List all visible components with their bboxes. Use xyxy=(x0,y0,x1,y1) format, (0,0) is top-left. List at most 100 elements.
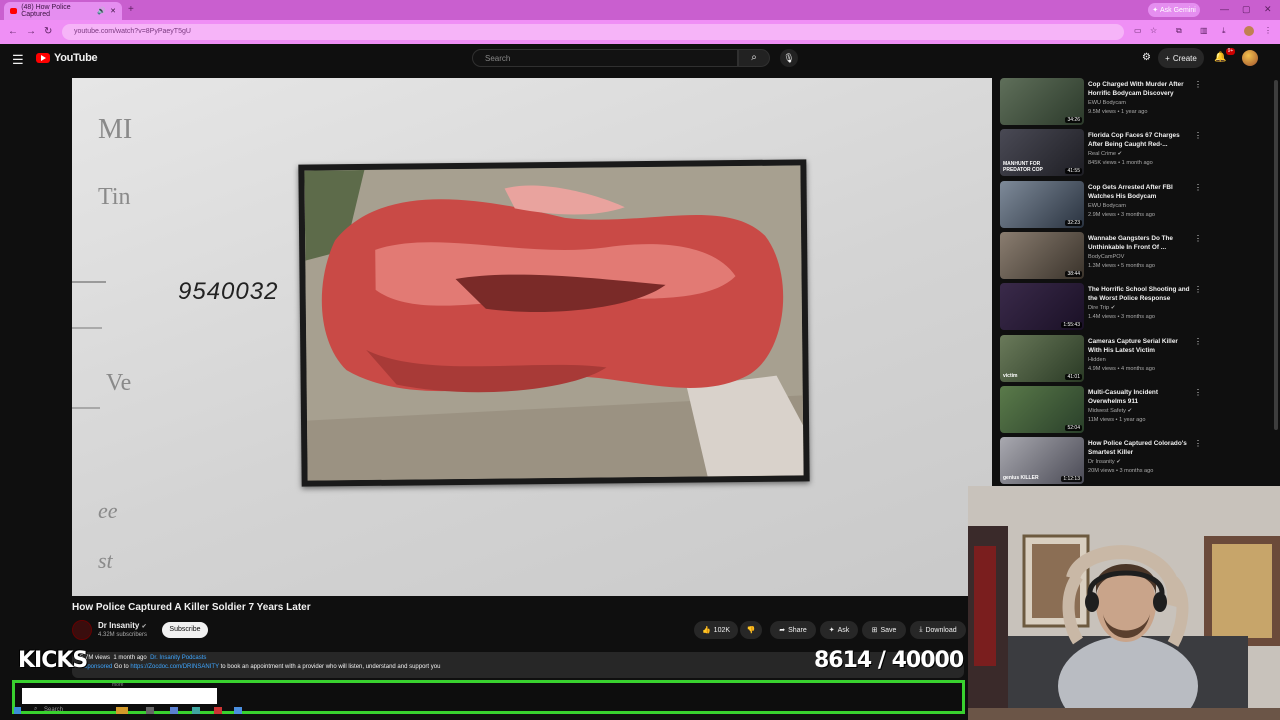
subscribe-button[interactable]: Subscribe xyxy=(162,622,208,638)
back-icon[interactable]: ← xyxy=(8,26,18,37)
download-button[interactable]: ⤓ Download xyxy=(910,621,966,639)
more-options-icon[interactable]: ⋮ xyxy=(1194,131,1202,140)
channel-avatar[interactable] xyxy=(72,620,92,640)
new-tab-button[interactable]: + xyxy=(128,4,134,15)
taskbar-app-icon[interactable] xyxy=(192,707,200,714)
recommendation-channel[interactable]: Dr Insanity ✔ xyxy=(1088,459,1121,465)
recommendation-thumbnail[interactable]: 1:55:43 xyxy=(1000,283,1084,331)
more-options-icon[interactable]: ⋮ xyxy=(1194,234,1202,243)
forward-icon[interactable]: → xyxy=(26,26,36,37)
recommendation-meta: 4.9M views • 4 months ago xyxy=(1088,365,1155,372)
search-button[interactable]: ⌕ xyxy=(738,49,770,67)
extensions-icon[interactable]: ⧉ xyxy=(1176,26,1182,36)
like-count: 102K xyxy=(713,626,731,634)
faded-letters: st xyxy=(98,548,113,573)
taskbar-search-label[interactable]: Search xyxy=(44,707,63,713)
recommendation-item[interactable]: MANHUNT FOR PREDATOR COP 41:55 Florida Cop… xyxy=(1000,129,1210,177)
recommendation-channel[interactable]: EWU Bodycam xyxy=(1088,100,1126,106)
more-options-icon[interactable]: ⋮ xyxy=(1194,388,1202,397)
notification-badge: 9+ xyxy=(1226,48,1235,55)
recommendation-title[interactable]: Multi-Casualty Incident Overwhelms 911 xyxy=(1088,388,1192,406)
notifications-bell-icon[interactable]: 🔔 xyxy=(1214,52,1226,63)
recommendation-thumbnail[interactable]: MANHUNT FOR PREDATOR COP 41:55 xyxy=(1000,129,1084,177)
more-options-icon[interactable]: ⋮ xyxy=(1194,285,1202,294)
recommendation-item[interactable]: 34:26 Cop Charged With Murder After Horri… xyxy=(1000,78,1210,126)
recommendation-title[interactable]: Cameras Capture Serial Killer With His L… xyxy=(1088,337,1192,355)
recommendation-channel[interactable]: Dire Trip ✔ xyxy=(1088,305,1115,311)
recommendation-title[interactable]: Cop Gets Arrested After FBI Watches His … xyxy=(1088,183,1192,201)
youtube-logo[interactable]: YouTube xyxy=(36,52,98,64)
description-text-before: Go to xyxy=(112,664,131,670)
recommendation-title[interactable]: The Horrific School Shooting and the Wor… xyxy=(1088,285,1192,303)
recommendation-item[interactable]: 52:04 Multi-Casualty Incident Overwhelms … xyxy=(1000,385,1210,434)
recommendation-item[interactable]: 1:55:43 The Horrific School Shooting and … xyxy=(1000,283,1210,331)
share-button[interactable]: ➦ Share xyxy=(770,621,816,639)
video-title: How Police Captured A Killer Soldier 7 Y… xyxy=(72,602,311,613)
browser-menu-icon[interactable]: ⋮ xyxy=(1264,26,1272,35)
close-tab-icon[interactable]: ✕ xyxy=(110,7,116,15)
url-input[interactable]: youtube.com/watch?v=8PyPaeyT5gU xyxy=(62,24,1124,40)
page-scrollbar[interactable] xyxy=(1274,80,1278,430)
close-window-icon[interactable]: ✕ xyxy=(1264,4,1272,15)
audio-icon[interactable]: 🔊 xyxy=(97,7,106,15)
account-avatar[interactable] xyxy=(1242,50,1258,66)
video-player[interactable]: MI Tin Ve ee st 9540032 xyxy=(72,78,992,596)
recommendation-channel[interactable]: EWU Bodycam xyxy=(1088,203,1126,209)
video-duration: 38:44 xyxy=(1065,270,1082,277)
recommendation-item[interactable]: victim 41:01 Cameras Capture Serial Killer… xyxy=(1000,334,1210,383)
taskbar-app-icon[interactable] xyxy=(214,707,222,714)
bookmark-star-icon[interactable]: ☆ xyxy=(1150,26,1157,35)
profile-avatar[interactable] xyxy=(1244,26,1254,36)
recommendation-channel[interactable]: Hidden xyxy=(1088,357,1106,363)
hamburger-menu-icon[interactable]: ☰ xyxy=(12,52,24,68)
recommendation-title[interactable]: Wannabe Gangsters Do The Unthinkable In … xyxy=(1088,234,1192,252)
recommendation-channel[interactable]: Midwest Safety ✔ xyxy=(1088,408,1132,414)
description-tag[interactable]: Dr. Insanity Podcasts xyxy=(150,655,206,661)
recommendation-channel[interactable]: BodyCamPOV xyxy=(1088,254,1124,260)
settings-gear-icon[interactable]: ⚙ xyxy=(1142,52,1151,63)
ask-gemini-button[interactable]: ✦ Ask Gemini xyxy=(1148,3,1200,17)
recommendation-thumbnail[interactable]: victim 41:01 xyxy=(1000,334,1084,382)
more-options-icon[interactable]: ⋮ xyxy=(1194,439,1202,448)
webcam-overlay xyxy=(968,486,1280,720)
recommendation-thumbnail[interactable]: 34:26 xyxy=(1000,78,1084,125)
search-input[interactable]: Search xyxy=(472,49,738,67)
recommendation-channel[interactable]: Real Crime ✔ xyxy=(1088,151,1122,157)
channel-name[interactable]: Dr Insanity ✔ xyxy=(98,621,147,630)
youtube-favicon-icon xyxy=(10,8,18,14)
ask-button[interactable]: ✦ Ask xyxy=(820,621,858,639)
recommendation-thumbnail[interactable]: 52:04 xyxy=(1000,385,1084,433)
more-options-icon[interactable]: ⋮ xyxy=(1194,80,1202,89)
recommendation-thumbnail[interactable]: 38:44 xyxy=(1000,231,1084,279)
recommendation-thumbnail[interactable]: 32:23 xyxy=(1000,180,1084,228)
more-options-icon[interactable]: ⋮ xyxy=(1194,337,1202,346)
recommendation-thumbnail[interactable]: genius KILLER 1:12:13 xyxy=(1000,437,1084,485)
save-button[interactable]: ⊞ Save xyxy=(862,621,906,639)
recommendation-title[interactable]: How Police Captured Colorado's Smartest … xyxy=(1088,439,1192,457)
windows-start-icon[interactable] xyxy=(14,707,21,714)
recommendation-item[interactable]: genius KILLER 1:12:13 How Police Captured … xyxy=(1000,437,1210,485)
taskbar-app-icon[interactable] xyxy=(146,707,154,714)
taskbar-app-icon[interactable] xyxy=(116,707,128,714)
sidepanel-icon[interactable]: ▥ xyxy=(1200,26,1208,35)
recommendation-title[interactable]: Florida Cop Faces 67 Charges After Being… xyxy=(1088,131,1192,149)
taskbar-app-icon[interactable] xyxy=(234,707,242,714)
more-options-icon[interactable]: ⋮ xyxy=(1194,183,1202,192)
recommendation-meta: 1.4M views • 3 months ago xyxy=(1088,314,1155,321)
recommendation-title[interactable]: Cop Charged With Murder After Horrific B… xyxy=(1088,80,1192,98)
recommendation-item[interactable]: 32:23 Cop Gets Arrested After FBI Watches… xyxy=(1000,180,1210,229)
recommendation-item[interactable]: 38:44 Wannabe Gangsters Do The Unthinkabl… xyxy=(1000,231,1210,280)
taskbar-app-icon[interactable] xyxy=(170,707,178,714)
maximize-icon[interactable]: ▢ xyxy=(1242,4,1251,15)
minimize-icon[interactable]: — xyxy=(1220,4,1229,14)
reload-icon[interactable]: ↻ xyxy=(44,26,52,37)
download-icon[interactable]: ⤓ xyxy=(1222,26,1226,36)
taskbar-search-icon[interactable]: ⌕ xyxy=(34,706,37,713)
dislike-button[interactable]: 👎 xyxy=(740,621,762,639)
browser-tab[interactable]: (48) How Police Captured 🔊 ✕ xyxy=(4,2,122,20)
cast-icon[interactable]: ▭ xyxy=(1134,26,1142,35)
create-button[interactable]: + Create xyxy=(1158,48,1204,68)
voice-search-button[interactable]: 🎙 xyxy=(780,49,798,67)
like-button[interactable]: 👍 102K xyxy=(694,621,738,639)
sponsor-link[interactable]: https://Zocdoc.com/DRINSANITY xyxy=(130,664,219,670)
